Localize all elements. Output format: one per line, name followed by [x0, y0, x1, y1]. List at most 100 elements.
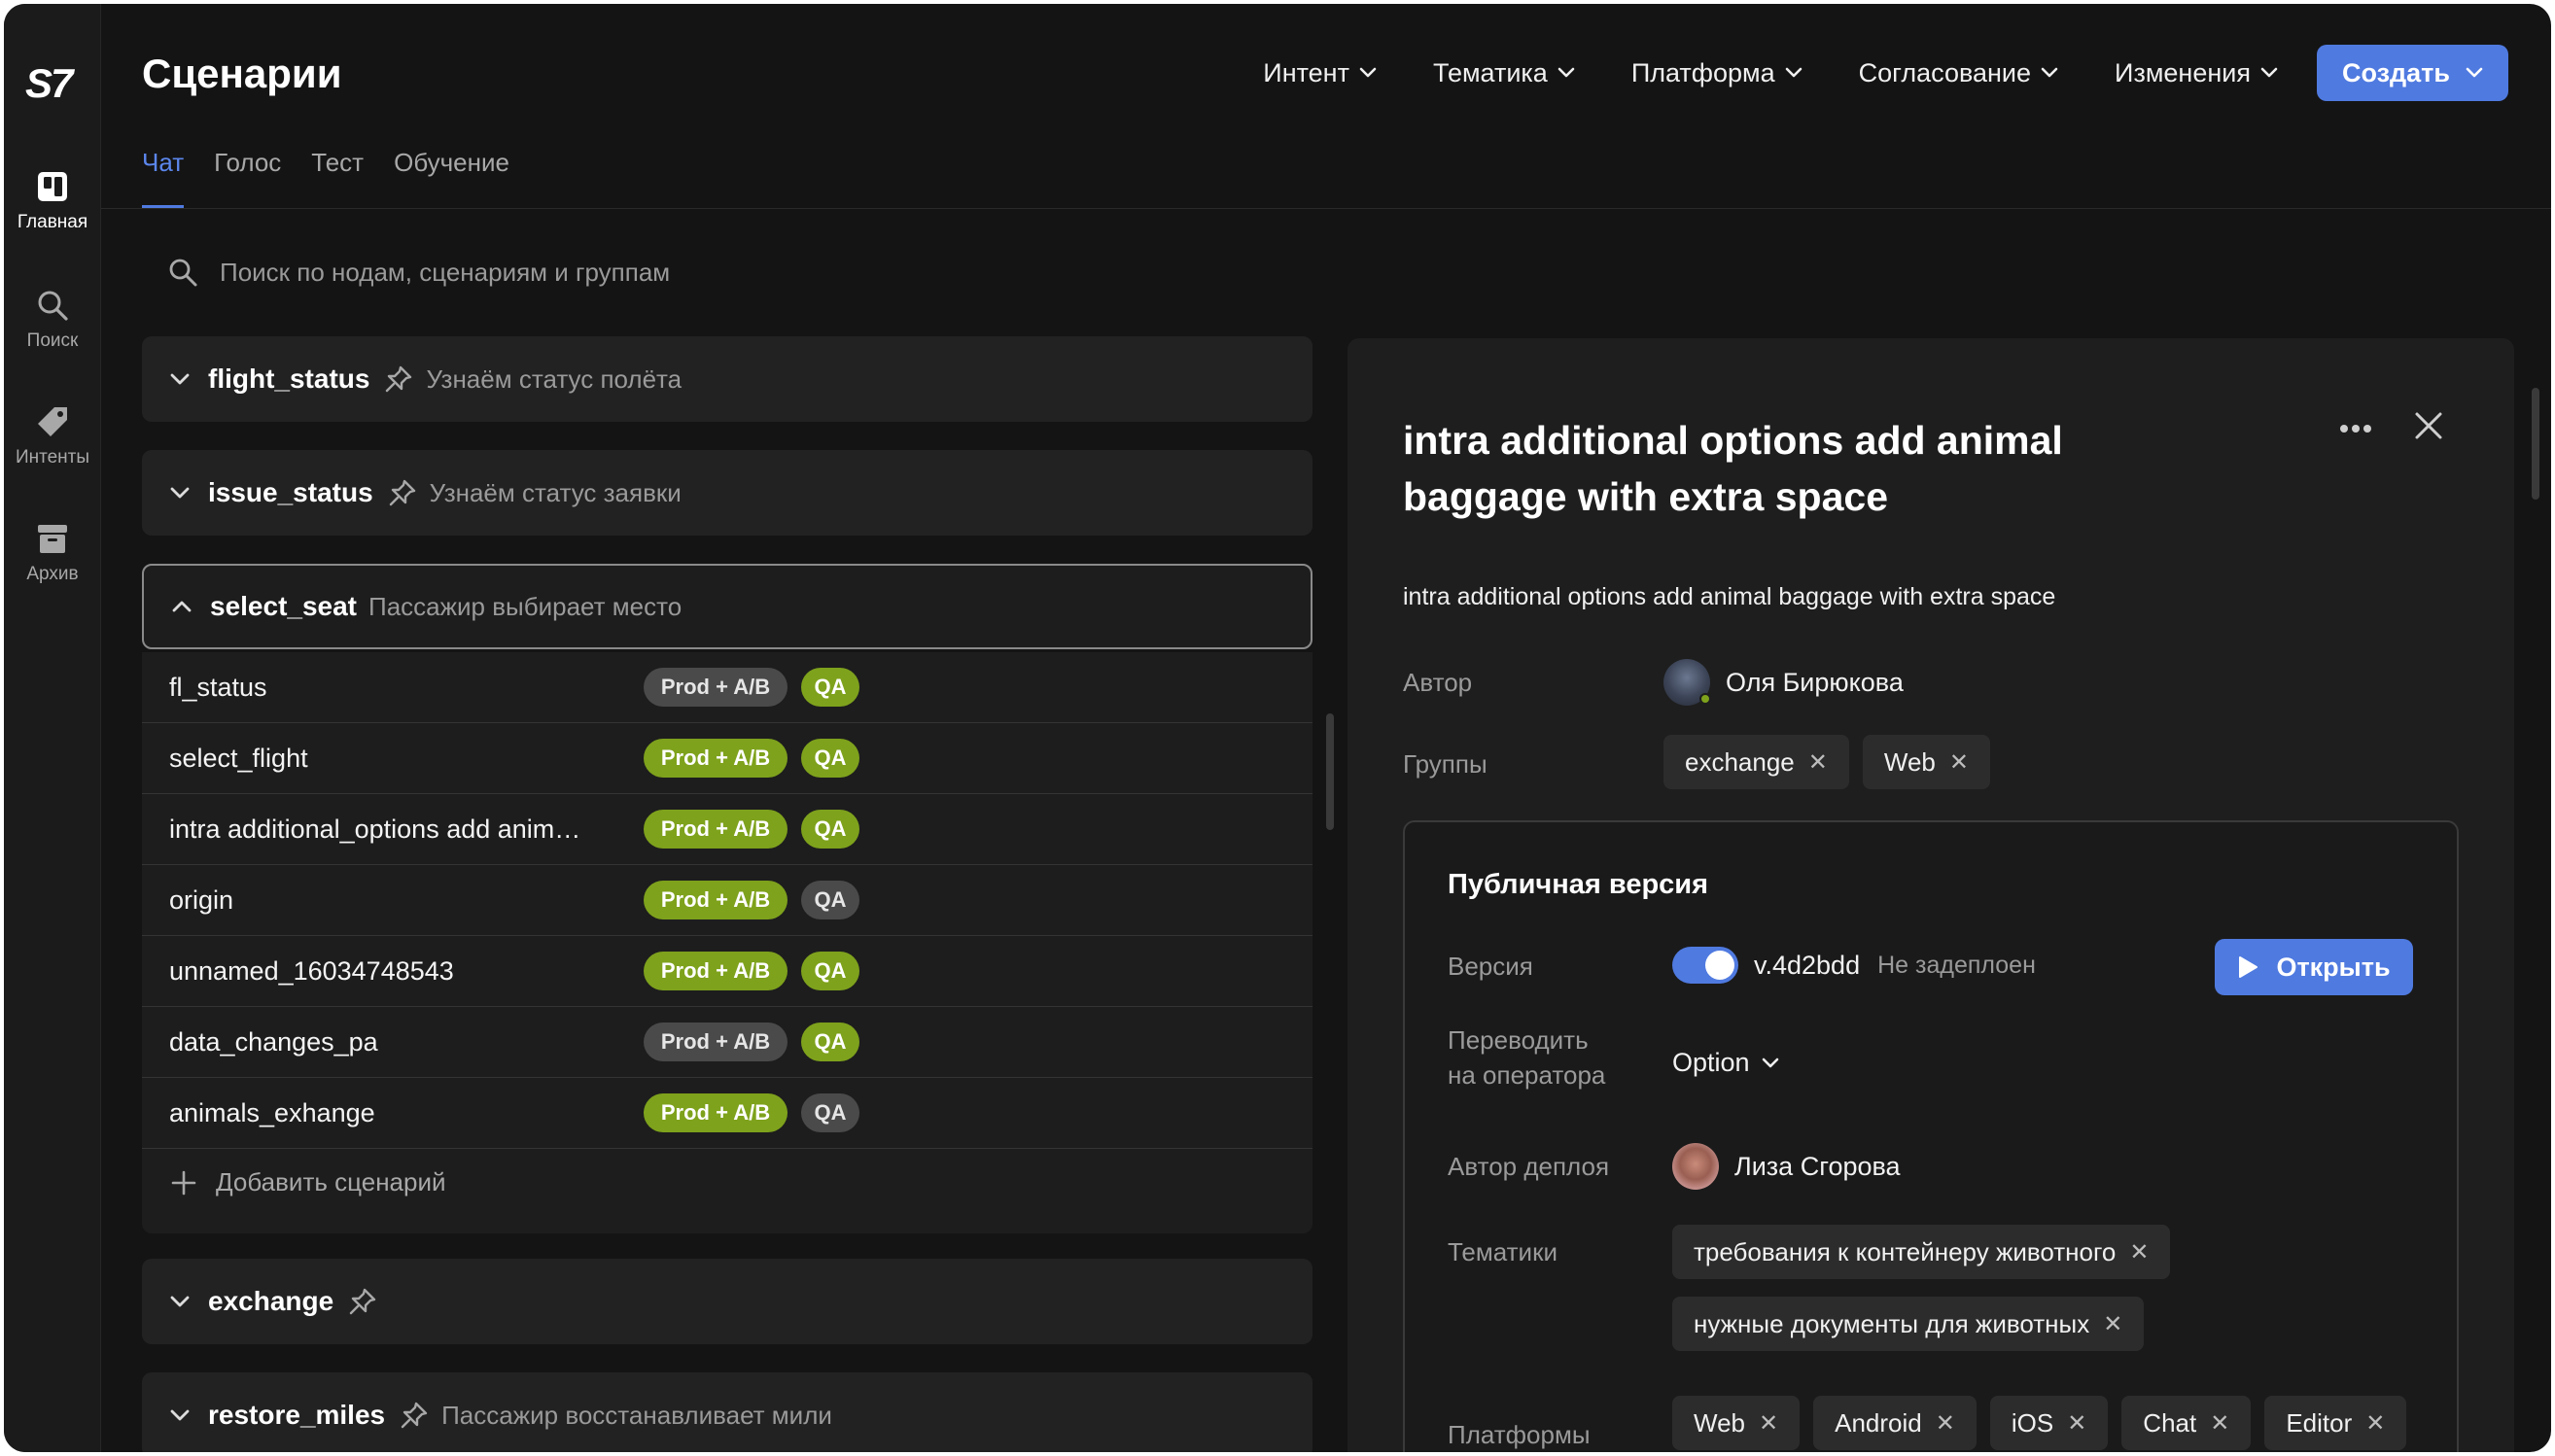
- author-value[interactable]: Оля Бирюкова: [1663, 659, 1904, 706]
- chip-label: Web: [1883, 746, 1936, 777]
- group-description: Узнаём статус заявки: [429, 477, 682, 507]
- platform-chip[interactable]: Web ✕: [1672, 1396, 1801, 1450]
- more-horizontal-icon[interactable]: [2339, 424, 2372, 433]
- tab-training[interactable]: Обучение: [394, 148, 509, 208]
- remove-chip-icon[interactable]: ✕: [2067, 1409, 2086, 1438]
- operator-label: Переводить на оператора: [1448, 1023, 1605, 1092]
- filter-label: Интент: [1263, 57, 1349, 87]
- tab-chat[interactable]: Чат: [142, 148, 185, 208]
- sidebar-item-archive[interactable]: Архив: [4, 521, 101, 585]
- deploy-status: Не задеплоен: [1877, 951, 2036, 979]
- panel-scrollbar[interactable]: [2532, 388, 2539, 500]
- sidebar-item-home[interactable]: Главная: [4, 169, 101, 233]
- add-scenario-label: Добавить сценарий: [216, 1167, 446, 1196]
- scenario-row[interactable]: unnamed_16034748543 Prod + A/B QA: [142, 936, 1312, 1007]
- create-button[interactable]: Создать: [2316, 45, 2508, 101]
- close-icon[interactable]: [2409, 406, 2448, 445]
- scenario-description: intra additional options add animal bagg…: [1403, 583, 2056, 610]
- remove-chip-icon[interactable]: ✕: [2210, 1409, 2229, 1438]
- search-input[interactable]: [220, 257, 1095, 288]
- prod-status-badge: Prod + A/B: [644, 1093, 788, 1132]
- topic-chip[interactable]: нужные документы для животных ✕: [1672, 1297, 2145, 1351]
- group-select-seat[interactable]: select_seat Пассажир выбирает место: [142, 564, 1312, 649]
- remove-chip-icon[interactable]: ✕: [2129, 1238, 2149, 1266]
- prod-status-badge: Prod + A/B: [644, 668, 788, 707]
- platform-chip[interactable]: Editor ✕: [2264, 1396, 2407, 1450]
- chevron-down-icon: [2260, 67, 2278, 78]
- chip-label: Chat: [2143, 1407, 2197, 1438]
- chevron-down-icon: [1359, 67, 1377, 78]
- scenario-row[interactable]: fl_status Prod + A/B QA: [142, 652, 1312, 723]
- operator-select[interactable]: Option: [1672, 1048, 1779, 1078]
- platform-chip[interactable]: Chat ✕: [2121, 1396, 2252, 1450]
- group-name: select_seat: [210, 591, 358, 621]
- filter-topic[interactable]: Тематика: [1433, 58, 1575, 88]
- scenario-row[interactable]: data_changes_pa Prod + A/B QA: [142, 1007, 1312, 1078]
- topic-chip[interactable]: требования к контейнеру животного ✕: [1672, 1225, 2171, 1279]
- filter-approval[interactable]: Согласование: [1859, 58, 2058, 88]
- search-icon: [38, 291, 68, 321]
- sidebar-item-label: Интенты: [15, 447, 90, 468]
- group-exchange[interactable]: exchange: [142, 1259, 1312, 1344]
- chip-label: требования к контейнеру животного: [1694, 1236, 2117, 1266]
- sidebar-item-search[interactable]: Поиск: [4, 288, 101, 352]
- remove-chip-icon[interactable]: ✕: [2103, 1310, 2122, 1338]
- pin-icon[interactable]: [347, 1286, 378, 1317]
- plus-icon: [171, 1170, 196, 1195]
- chip-label: iOS: [2011, 1407, 2054, 1438]
- tab-bar: Чат Голос Тест Обучение: [142, 148, 540, 208]
- pin-icon[interactable]: [383, 364, 414, 395]
- add-scenario-button[interactable]: Добавить сценарий: [171, 1167, 446, 1197]
- s7-logo[interactable]: S7: [25, 60, 73, 107]
- version-toggle[interactable]: [1672, 947, 1738, 984]
- prod-status-badge: Prod + A/B: [644, 810, 788, 849]
- chevron-down-icon: [1785, 67, 1802, 78]
- public-version-card: Публичная версия Версия v.4d2bdd Не заде…: [1403, 820, 2459, 1452]
- group-chip[interactable]: Web ✕: [1862, 735, 1990, 789]
- open-button[interactable]: Открыть: [2215, 939, 2413, 995]
- tab-test[interactable]: Тест: [311, 148, 364, 208]
- scenario-row[interactable]: animals_exhange Prod + A/B QA: [142, 1078, 1312, 1149]
- qa-status-badge: QA: [801, 881, 859, 919]
- scenario-row[interactable]: origin Prod + A/B QA: [142, 865, 1312, 936]
- remove-chip-icon[interactable]: ✕: [1936, 1409, 1955, 1438]
- group-issue-status[interactable]: issue_status Узнаём статус заявки: [142, 450, 1312, 536]
- sidebar-item-label: Поиск: [26, 330, 79, 351]
- version-value: v.4d2bdd Не задеплоен: [1672, 947, 2036, 984]
- scenario-detail-panel: intra additional options add animal bagg…: [1348, 338, 2514, 1452]
- group-restore-miles[interactable]: restore_miles Пассажир восстанавливает м…: [142, 1372, 1312, 1452]
- remove-chip-icon[interactable]: ✕: [2365, 1409, 2385, 1438]
- pin-icon[interactable]: [387, 477, 418, 508]
- remove-chip-icon[interactable]: ✕: [1949, 748, 1969, 777]
- group-flight-status[interactable]: flight_status Узнаём статус полёта: [142, 336, 1312, 422]
- filter-bar: Интент Тематика Платформа Согласование И…: [1207, 45, 2508, 101]
- sidebar-item-intents[interactable]: Интенты: [4, 404, 101, 468]
- deploy-author-value[interactable]: Лиза Сгорова: [1672, 1143, 1901, 1190]
- group-description: Пассажир выбирает место: [368, 591, 682, 621]
- chevron-down-icon: [170, 373, 190, 385]
- online-indicator: [1699, 693, 1711, 705]
- topic-chip-row-1: требования к контейнеру животного ✕: [1672, 1225, 2184, 1279]
- platforms-label: Платформы: [1448, 1420, 1591, 1449]
- group-name: issue_status: [208, 477, 373, 507]
- list-scrollbar[interactable]: [1326, 713, 1334, 830]
- filter-platform[interactable]: Платформа: [1631, 58, 1802, 88]
- pin-icon[interactable]: [399, 1400, 430, 1431]
- remove-chip-icon[interactable]: ✕: [1808, 748, 1828, 777]
- group-chip[interactable]: exchange ✕: [1663, 735, 1849, 789]
- groups-chips: exchange ✕ Web ✕: [1663, 735, 2004, 789]
- filter-intent[interactable]: Интент: [1263, 58, 1377, 88]
- filter-changes[interactable]: Изменения: [2115, 58, 2278, 88]
- author-label: Автор: [1403, 668, 1473, 697]
- tab-voice[interactable]: Голос: [214, 148, 281, 208]
- scenario-row[interactable]: intra additional_options add animal_bagg…: [142, 794, 1312, 865]
- operator-select-value: Option: [1672, 1048, 1750, 1077]
- group-name: exchange: [208, 1286, 334, 1316]
- scenario-row[interactable]: select_flight Prod + A/B QA: [142, 723, 1312, 794]
- platform-chip[interactable]: Android ✕: [1813, 1396, 1977, 1450]
- chip-label: Android: [1835, 1407, 1922, 1438]
- deploy-author-avatar: [1672, 1143, 1719, 1190]
- platform-chip[interactable]: iOS ✕: [1989, 1396, 2109, 1450]
- remove-chip-icon[interactable]: ✕: [1759, 1409, 1778, 1438]
- search-bar: [167, 257, 1095, 288]
